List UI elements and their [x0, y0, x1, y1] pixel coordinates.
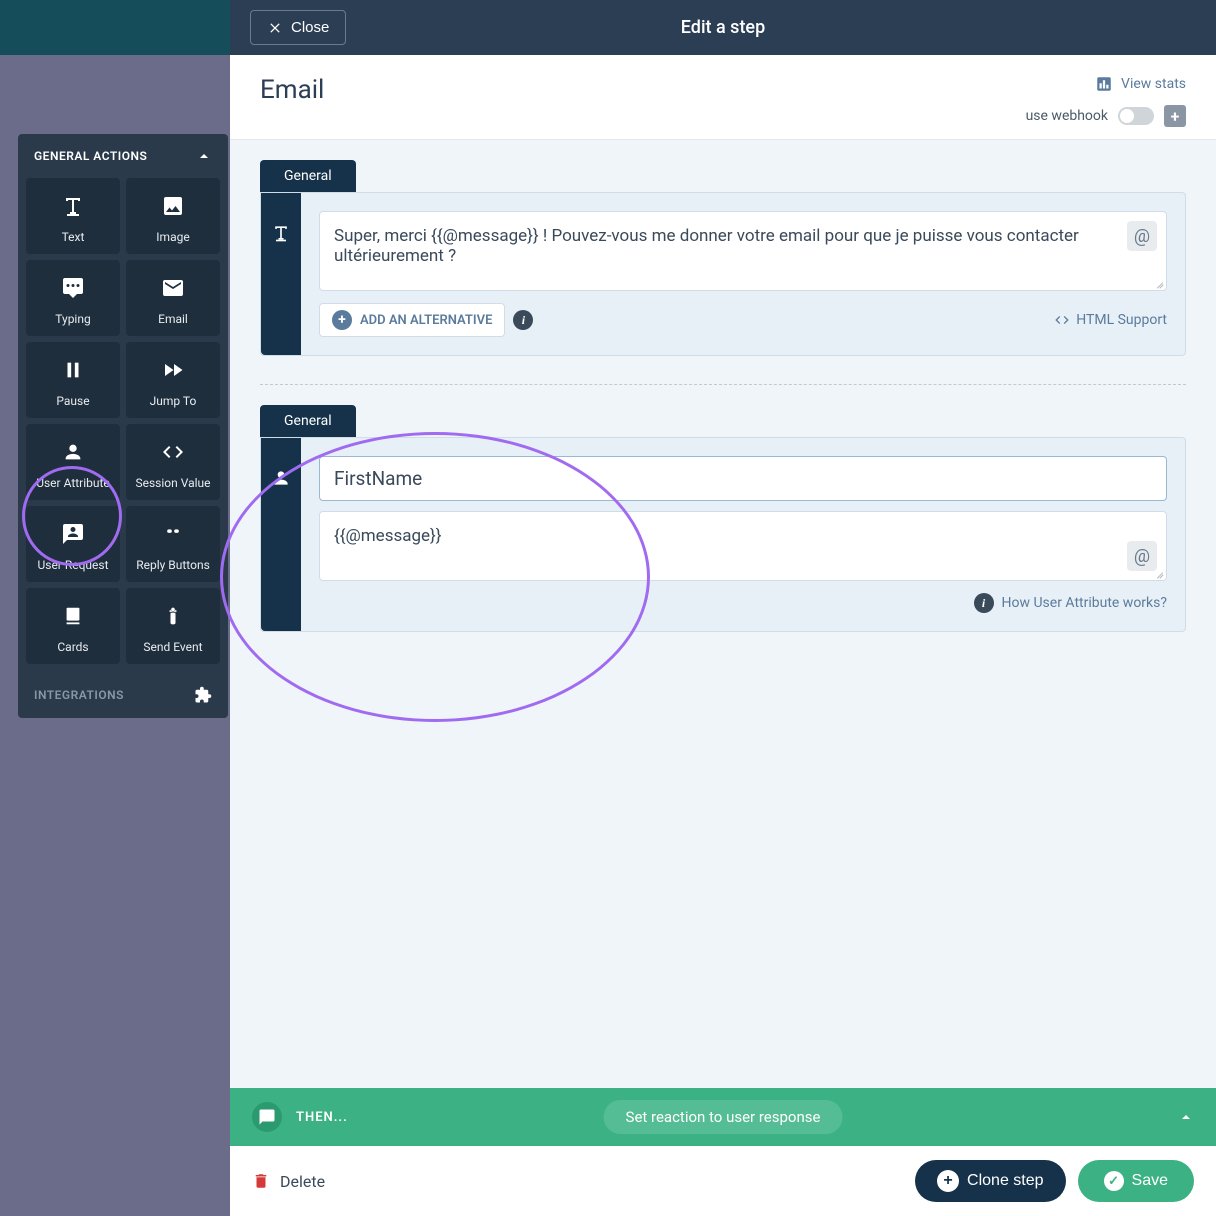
tile-send-event[interactable]: Send Event: [126, 588, 220, 664]
block-side-user: [261, 438, 301, 631]
message-textarea[interactable]: Super, merci {{@message}} ! Pouvez-vous …: [319, 211, 1167, 291]
add-webhook-button[interactable]: +: [1164, 105, 1186, 127]
then-bar[interactable]: THEN... Set reaction to user response: [230, 1088, 1216, 1146]
chevron-up-icon: [1178, 1109, 1194, 1125]
code-icon: [159, 438, 187, 466]
tile-typing[interactable]: Typing: [26, 260, 120, 336]
sidebar-integrations-header[interactable]: INTEGRATIONS: [18, 672, 228, 718]
tile-session-value[interactable]: Session Value: [126, 424, 220, 500]
html-support-link[interactable]: HTML Support: [1054, 312, 1167, 328]
then-label: THEN...: [296, 1110, 348, 1125]
reaction-icon: [252, 1102, 282, 1132]
tile-cards[interactable]: Cards: [26, 588, 120, 664]
info-icon: i: [974, 593, 994, 613]
remote-icon: [159, 602, 187, 630]
delete-button[interactable]: Delete: [252, 1172, 325, 1191]
puzzle-icon: [194, 686, 212, 704]
reply-btn-icon: [159, 520, 187, 548]
pause-icon: [59, 356, 87, 384]
actions-sidebar: GENERAL ACTIONS Text Image Typing Email …: [18, 134, 228, 718]
user-attribute-help-link[interactable]: i How User Attribute works?: [319, 593, 1167, 613]
sidebar-section-header[interactable]: GENERAL ACTIONS: [18, 134, 228, 178]
resize-handle[interactable]: [1153, 567, 1165, 579]
save-button[interactable]: ✓ Save: [1078, 1160, 1194, 1202]
at-variable-button[interactable]: @: [1127, 221, 1157, 251]
block-side-text: [261, 193, 301, 355]
divider: [260, 384, 1186, 385]
tile-user-request[interactable]: User Request: [26, 506, 120, 582]
add-alternative-button[interactable]: + ADD AN ALTERNATIVE: [319, 303, 505, 337]
resize-handle[interactable]: [1153, 277, 1165, 289]
code-icon: [1054, 312, 1070, 328]
reaction-pill[interactable]: Set reaction to user response: [604, 1100, 843, 1134]
tile-pause[interactable]: Pause: [26, 342, 120, 418]
tile-user-attribute[interactable]: User Attribute: [26, 424, 120, 500]
footer-bar: Delete + Clone step ✓ Save: [230, 1146, 1216, 1216]
attribute-name-input[interactable]: [319, 456, 1167, 501]
close-button[interactable]: Close: [250, 10, 346, 45]
chevron-up-icon: [196, 148, 212, 164]
view-stats-link[interactable]: View stats: [1095, 75, 1186, 93]
person-icon: [271, 468, 291, 488]
user-msg-icon: [59, 520, 87, 548]
attribute-value-textarea[interactable]: {{@message}}: [319, 511, 1167, 581]
typing-icon: [59, 274, 87, 302]
plus-icon: +: [332, 310, 352, 330]
step-name[interactable]: Email: [260, 75, 324, 105]
tile-text[interactable]: Text: [26, 178, 120, 254]
block-tab-general[interactable]: General: [260, 160, 356, 192]
tile-jump-to[interactable]: Jump To: [126, 342, 220, 418]
trash-icon: [252, 1172, 270, 1190]
text-block: General Super, merci {{@message}} ! Pouv…: [260, 160, 1186, 356]
tile-reply-buttons[interactable]: Reply Buttons: [126, 506, 220, 582]
text-icon: [271, 223, 291, 243]
block-tab-general[interactable]: General: [260, 405, 356, 437]
clone-step-button[interactable]: + Clone step: [915, 1160, 1066, 1202]
edit-step-panel: Close Edit a step Email View stats use w…: [230, 0, 1216, 1216]
fast-forward-icon: [159, 356, 187, 384]
sidebar-footer-title: INTEGRATIONS: [34, 688, 124, 702]
text-icon: [59, 192, 87, 220]
tile-image[interactable]: Image: [126, 178, 220, 254]
user-attribute-block: General {{@message}} @ i How User Attrib…: [260, 405, 1186, 632]
image-icon: [159, 192, 187, 220]
tile-email[interactable]: Email: [126, 260, 220, 336]
panel-title: Edit a step: [681, 17, 765, 38]
info-icon[interactable]: i: [513, 310, 533, 330]
email-icon: [159, 274, 187, 302]
person-icon: [59, 438, 87, 466]
check-icon: ✓: [1104, 1171, 1124, 1191]
plus-icon: +: [937, 1170, 959, 1192]
close-icon: [267, 20, 283, 36]
webhook-label: use webhook: [1026, 108, 1108, 124]
stats-icon: [1095, 75, 1113, 93]
sidebar-section-title: GENERAL ACTIONS: [34, 149, 147, 163]
panel-header: Close Edit a step: [230, 0, 1216, 55]
panel-subheader: Email View stats use webhook +: [230, 55, 1216, 140]
webhook-toggle[interactable]: [1118, 107, 1154, 125]
cards-icon: [59, 602, 87, 630]
